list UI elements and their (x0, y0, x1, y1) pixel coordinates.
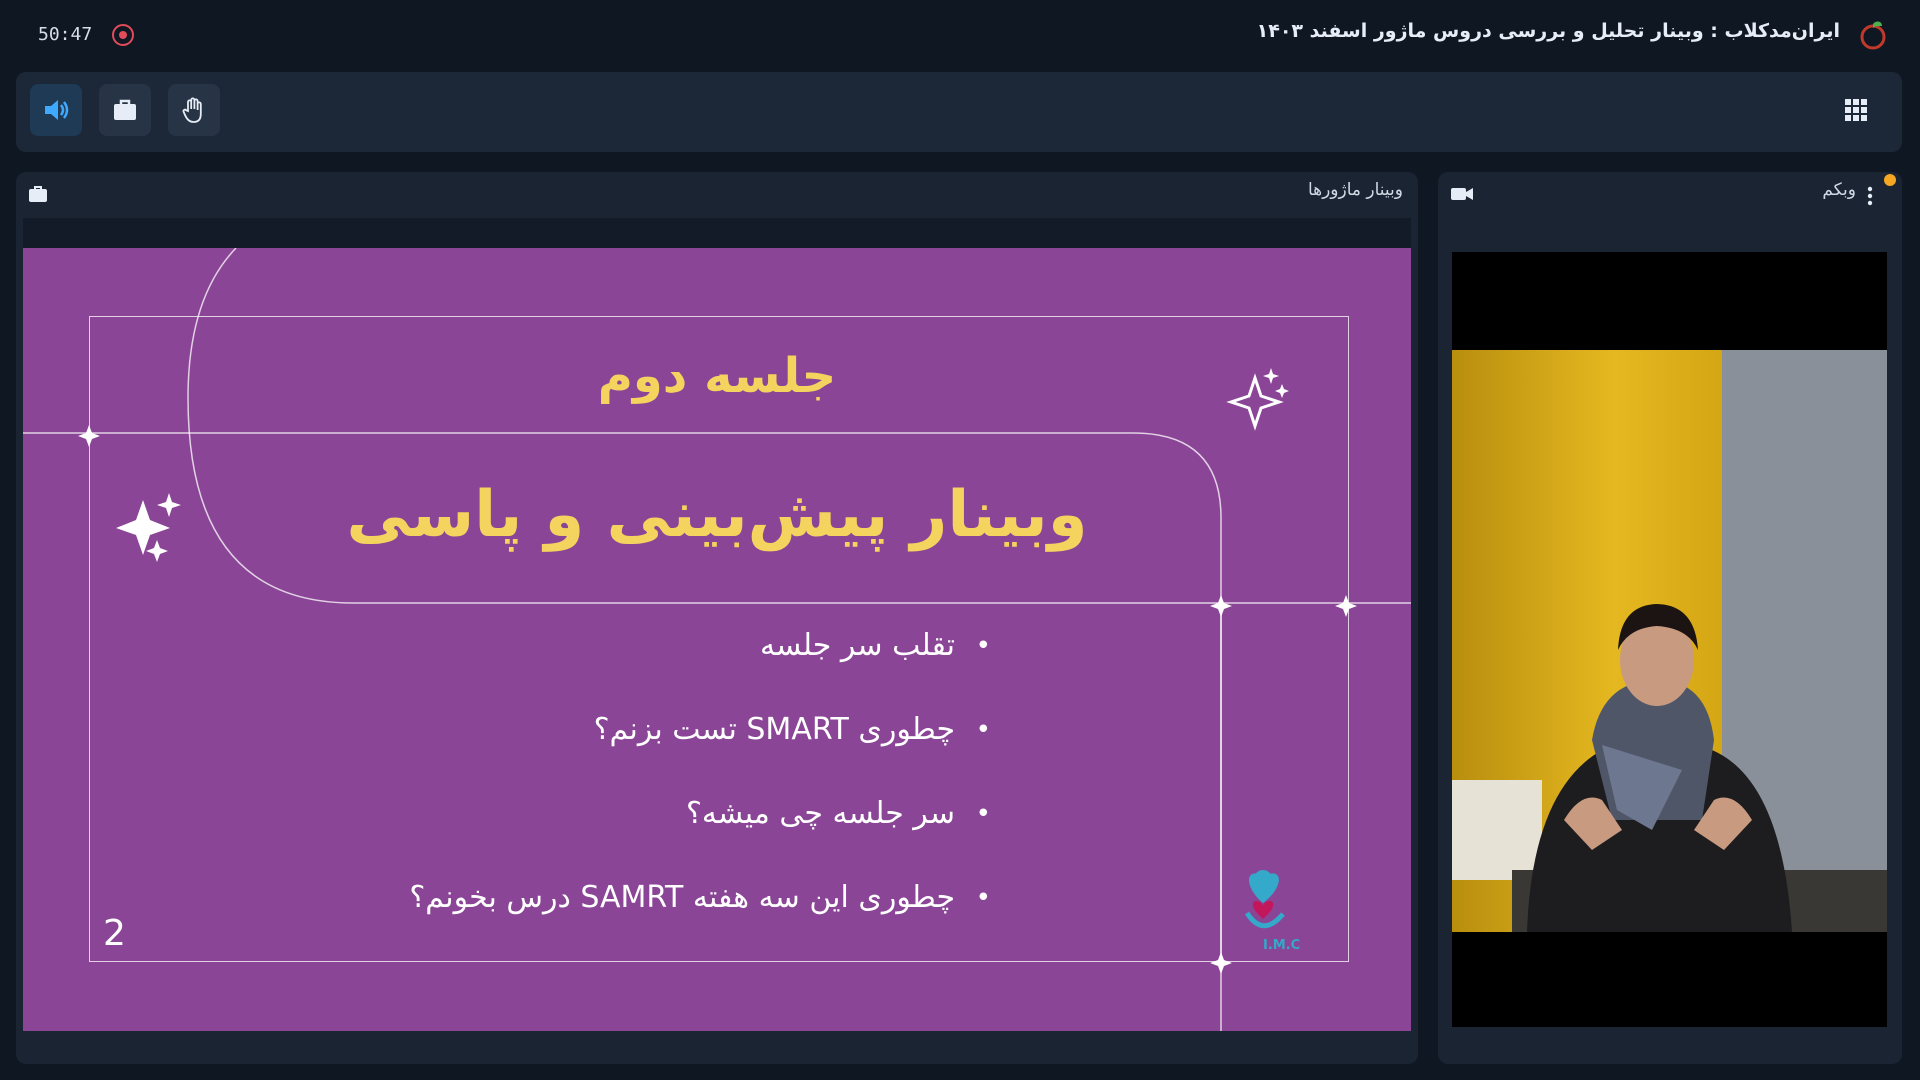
list-item: تقلب سر جلسه (409, 628, 991, 664)
slide-toolbar (23, 218, 1411, 248)
webcam-video (1452, 252, 1887, 1027)
session-label: جلسه دوم (597, 348, 837, 404)
imc-logo-text: I.M.C (1263, 938, 1301, 953)
grid-icon (1845, 99, 1867, 121)
speaker-icon (45, 100, 69, 120)
briefcase-icon (29, 186, 47, 202)
briefcase-icon (114, 99, 136, 120)
more-options-button[interactable] (1860, 184, 1880, 208)
toolbar (16, 72, 1902, 152)
briefcase-button[interactable] (99, 84, 151, 136)
list-item: چطوری این سه هفته SAMRT درس بخونم؟ (409, 880, 991, 916)
raise-hand-button[interactable] (168, 84, 220, 136)
session-timer: 50:47 (38, 24, 93, 45)
page-title: ایران‌مدکلاب : وبینار تحلیل و بررسی دروس… (1256, 20, 1840, 42)
slide: جلسه دوم وبینار پیش‌بینی و پاسی تقلب سر … (23, 248, 1411, 1031)
camera-icon (1451, 188, 1473, 200)
slide-title: وبینار پیش‌بینی و پاسی (346, 478, 1088, 552)
list-item: چطوری SMART تست بزنم؟ (409, 712, 991, 748)
top-bar: 50:47 ایران‌مدکلاب : وبینار تحلیل و بررس… (0, 0, 1920, 70)
slide-page-number: 2 (103, 913, 126, 954)
webcam-panel-title: وبکم (1822, 180, 1856, 200)
apps-menu-button[interactable] (1830, 84, 1882, 136)
hand-icon (182, 97, 202, 123)
speaker-button[interactable] (30, 84, 82, 136)
presentation-panel-title: وبینار ماژورها (1307, 180, 1403, 200)
presenter-video-image (1452, 350, 1887, 932)
webcam-scene (1452, 350, 1887, 932)
list-item: سر جلسه چی میشه؟ (409, 796, 991, 832)
slide-bullets: تقلب سر جلسه چطوری SMART تست بزنم؟ سر جل… (409, 628, 991, 964)
notification-dot (1884, 174, 1896, 186)
app-logo-icon (1860, 21, 1886, 50)
more-vertical-icon (1867, 186, 1873, 206)
record-indicator-icon (112, 24, 134, 46)
